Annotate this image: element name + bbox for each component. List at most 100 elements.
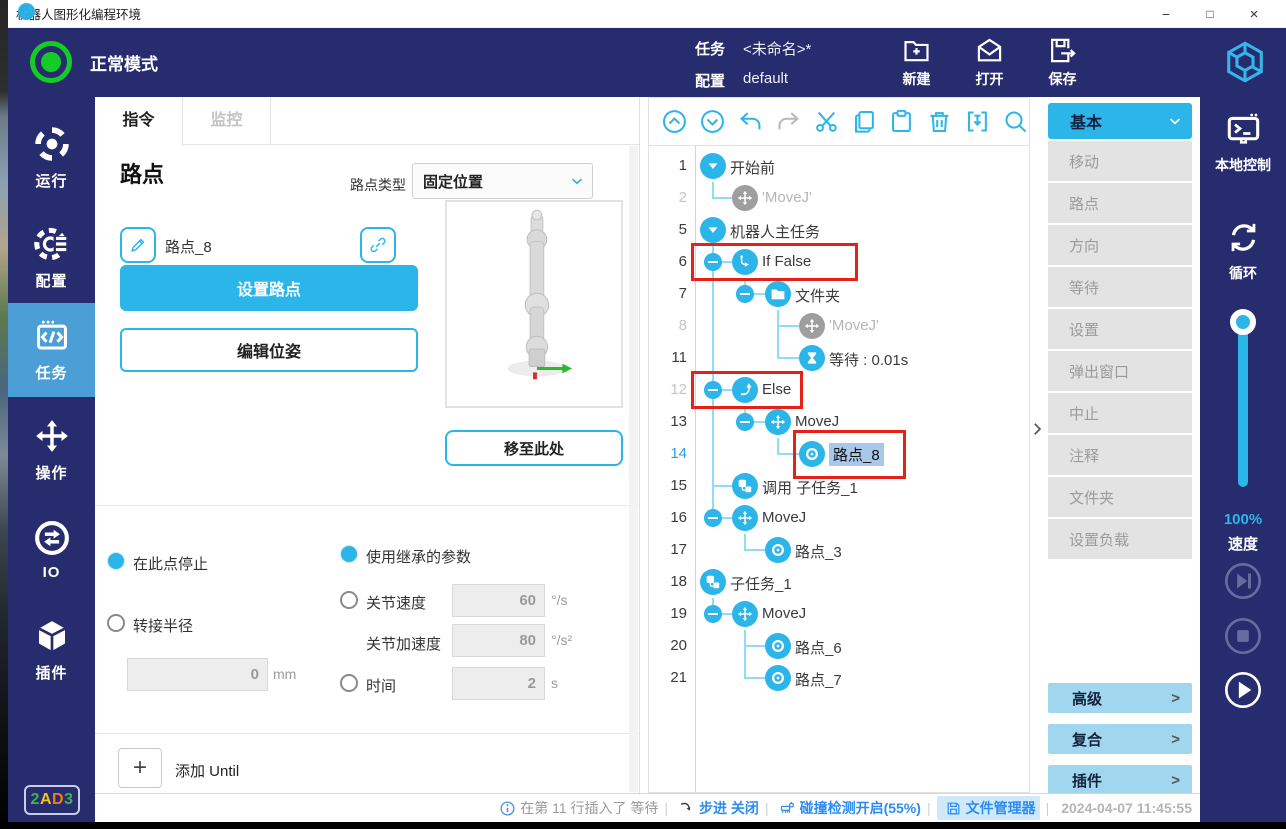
tree-row-line-8[interactable]: 8 'MoveJ'	[649, 310, 1029, 342]
link-button[interactable]	[360, 227, 396, 263]
loop-icon	[1225, 219, 1262, 256]
mode-indicator: 正常模式	[30, 41, 158, 83]
loop-button[interactable]: 循环	[1200, 219, 1286, 283]
palette-group-3[interactable]: 插件 >	[1048, 765, 1192, 795]
speed-slider-track[interactable]	[1238, 321, 1248, 487]
joint-accel-input[interactable]: 80	[452, 624, 545, 657]
tree-row-line-1[interactable]: 1 开始前	[649, 150, 1029, 182]
time-radio[interactable]	[340, 674, 358, 692]
caret-down-icon	[700, 153, 726, 179]
tab-2[interactable]: 监控	[183, 97, 271, 145]
blend-radius-input[interactable]: 0	[127, 658, 268, 691]
palette-group-basic[interactable]: 基本	[1048, 103, 1192, 139]
tree-row-line-2[interactable]: 2 'MoveJ'	[649, 182, 1029, 214]
palette-group-1[interactable]: 高级 >	[1048, 683, 1192, 713]
palette-group-2[interactable]: 复合 >	[1048, 724, 1192, 754]
step-forward-button[interactable]	[1223, 561, 1263, 601]
collapse-minus-icon[interactable]	[704, 605, 722, 623]
panel-collapse-handle[interactable]	[1028, 418, 1046, 440]
stop-button[interactable]	[1223, 616, 1263, 656]
tree-row-line-18[interactable]: 18 子任务_1	[649, 566, 1029, 598]
time-input[interactable]: 2	[452, 667, 545, 700]
palette-item-8[interactable]: 注释	[1048, 435, 1192, 475]
tree-row-line-16[interactable]: 16 MoveJ	[649, 502, 1029, 534]
collapse-minus-icon[interactable]	[736, 285, 754, 303]
tree-row-line-20[interactable]: 20 路点_6	[649, 630, 1029, 662]
sidebar-item-2[interactable]: 配置	[8, 211, 95, 305]
add-until-label: 添加 Until	[175, 763, 240, 780]
rename-button[interactable]	[120, 227, 156, 263]
sidebar-item-1[interactable]: 运行	[8, 111, 95, 205]
close-button[interactable]: ×	[1232, 6, 1276, 23]
add-until-button[interactable]: +	[118, 748, 162, 788]
step-mode-toggle[interactable]: 步进 关闭	[699, 798, 759, 818]
palette-item-2[interactable]: 路点	[1048, 183, 1192, 223]
header-action-3[interactable]: 保存	[1047, 35, 1078, 89]
line-number: 2	[678, 189, 687, 206]
edit-pose-button[interactable]: 编辑位姿	[120, 328, 418, 372]
sidebar-item-5[interactable]: IO	[8, 503, 95, 597]
minimize-button[interactable]: −	[1144, 6, 1188, 22]
sidebar-item-3[interactable]: 任务	[8, 303, 95, 397]
file-manager-button[interactable]: 文件管理器	[936, 796, 1040, 820]
editor-scrollbar[interactable]	[629, 146, 638, 792]
collision-status[interactable]: 碰撞检测开启(55%)	[800, 798, 921, 818]
divider	[95, 733, 639, 734]
tree-node-label: 开始前	[730, 160, 776, 177]
play-button[interactable]	[1223, 670, 1263, 710]
speed-slider-thumb[interactable]	[1230, 309, 1256, 335]
stop-at-point-label: 在此点停止	[133, 556, 209, 573]
stop-at-point-radio[interactable]	[107, 552, 125, 570]
header-actions: 新建 打开 保存	[901, 35, 1078, 89]
palette-item-7[interactable]: 中止	[1048, 393, 1192, 433]
palette-item-4[interactable]: 等待	[1048, 267, 1192, 307]
editor-tabbar: 指令 监控	[95, 97, 639, 146]
inherit-params-radio[interactable]	[340, 545, 358, 563]
file-manager-label: 文件管理器	[965, 800, 1036, 816]
pencil-icon	[128, 235, 148, 255]
maximize-button[interactable]: □	[1188, 7, 1232, 21]
local-control-button[interactable]: 本地控制	[1200, 111, 1286, 175]
palette-item-1[interactable]: 移动	[1048, 141, 1192, 181]
move-icon	[799, 313, 825, 339]
tree-row-line-17[interactable]: 17 路点_3	[649, 534, 1029, 566]
collapse-minus-icon[interactable]	[736, 413, 754, 431]
palette-group-label: 高级	[1072, 690, 1103, 708]
chevron-down-icon	[568, 172, 586, 190]
tab-1[interactable]: 指令	[95, 97, 183, 146]
header-action-2[interactable]: 打开	[974, 35, 1005, 89]
tree-row-line-11[interactable]: 11 等待 : 0.01s	[649, 342, 1029, 374]
palette-item-10[interactable]: 设置负载	[1048, 519, 1192, 559]
palette-item-3[interactable]: 方向	[1048, 225, 1192, 265]
right-control-sidebar: 本地控制 循环 100% 速度	[1200, 97, 1286, 822]
move-here-button[interactable]: 移至此处	[445, 430, 623, 466]
joint-speed-radio[interactable]	[340, 591, 358, 609]
palette-item-5[interactable]: 设置	[1048, 309, 1192, 349]
joint-speed-unit: °/s	[551, 592, 568, 608]
tree-row-line-12[interactable]: 12 Else	[649, 371, 1029, 409]
palette-item-6[interactable]: 弹出窗口	[1048, 351, 1192, 391]
palette-item-9[interactable]: 文件夹	[1048, 477, 1192, 517]
waypoint-type-select[interactable]: 固定位置	[412, 163, 593, 199]
config-label: 配置	[695, 73, 726, 90]
status-message: 在第 11 行插入了 等待	[520, 800, 659, 816]
badge-letter: 2	[30, 791, 40, 808]
tree-row-line-6[interactable]: 6 If False	[649, 243, 1029, 281]
sidebar-item-4[interactable]: 操作	[8, 403, 95, 497]
tree-row-line-14[interactable]: 14 路点_8	[649, 430, 1029, 479]
tree-row-line-5[interactable]: 5 机器人主任务	[649, 214, 1029, 246]
tree-row-line-21[interactable]: 21 路点_7	[649, 662, 1029, 694]
set-waypoint-button[interactable]: 设置路点	[120, 265, 418, 311]
header-action-1[interactable]: 新建	[901, 35, 932, 89]
bottom-strip	[0, 822, 1286, 829]
tree-row-line-7[interactable]: 7 文件夹	[649, 278, 1029, 310]
joint-speed-input[interactable]: 60	[452, 584, 545, 617]
task-config-info: 任务 <未命名>* 配置 default	[695, 38, 811, 102]
tree-row-line-19[interactable]: 19 MoveJ	[649, 598, 1029, 630]
collapse-minus-icon[interactable]	[704, 509, 722, 527]
line-number: 5	[678, 221, 687, 238]
sidebar-item-6[interactable]: 插件	[8, 603, 95, 697]
blend-radius-radio[interactable]	[107, 614, 125, 632]
folder-icon	[765, 281, 791, 307]
line-number: 17	[670, 541, 687, 558]
